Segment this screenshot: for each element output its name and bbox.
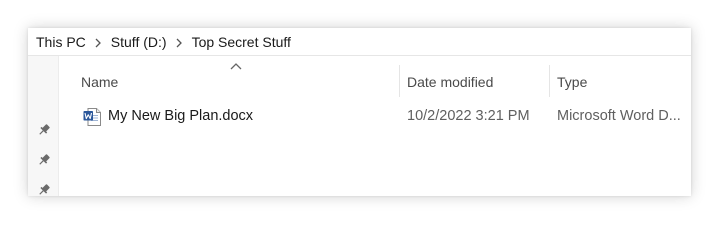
address-bar[interactable]: This PC Stuff (D:) Top Secret Stuff [28, 28, 691, 56]
file-row[interactable]: My New Big Plan.docx 10/2/2022 3:21 PM M… [75, 105, 691, 129]
breadcrumb-stuff-drive[interactable]: Stuff (D:) [111, 34, 167, 50]
column-header-name[interactable]: Name [81, 68, 399, 96]
chevron-right-icon[interactable] [167, 34, 192, 49]
word-document-icon [83, 108, 101, 126]
navigation-pane [28, 56, 58, 196]
pin-icon[interactable] [37, 123, 51, 137]
pin-icon[interactable] [37, 153, 51, 167]
file-date-modified: 10/2/2022 3:21 PM [407, 108, 530, 124]
screenshot-stage: This PC Stuff (D:) Top Secret Stuff Name… [0, 0, 718, 227]
column-resize-handle[interactable] [549, 65, 550, 97]
file-type: Microsoft Word D... [557, 108, 681, 124]
breadcrumb-top-secret-stuff[interactable]: Top Secret Stuff [192, 34, 291, 50]
file-name[interactable]: My New Big Plan.docx [108, 108, 388, 124]
column-resize-handle[interactable] [399, 65, 400, 97]
column-header-type[interactable]: Type [557, 68, 691, 96]
nav-divider[interactable] [58, 56, 59, 196]
column-header-date-label: Date modified [407, 74, 494, 90]
breadcrumb-this-pc[interactable]: This PC [36, 34, 86, 50]
column-header-name-label: Name [81, 74, 119, 90]
column-header-type-label: Type [557, 74, 588, 90]
file-explorer-window: This PC Stuff (D:) Top Secret Stuff Name… [28, 28, 691, 196]
chevron-right-icon[interactable] [86, 34, 111, 49]
column-header-date-modified[interactable]: Date modified [407, 68, 549, 96]
pin-icon[interactable] [37, 183, 51, 196]
